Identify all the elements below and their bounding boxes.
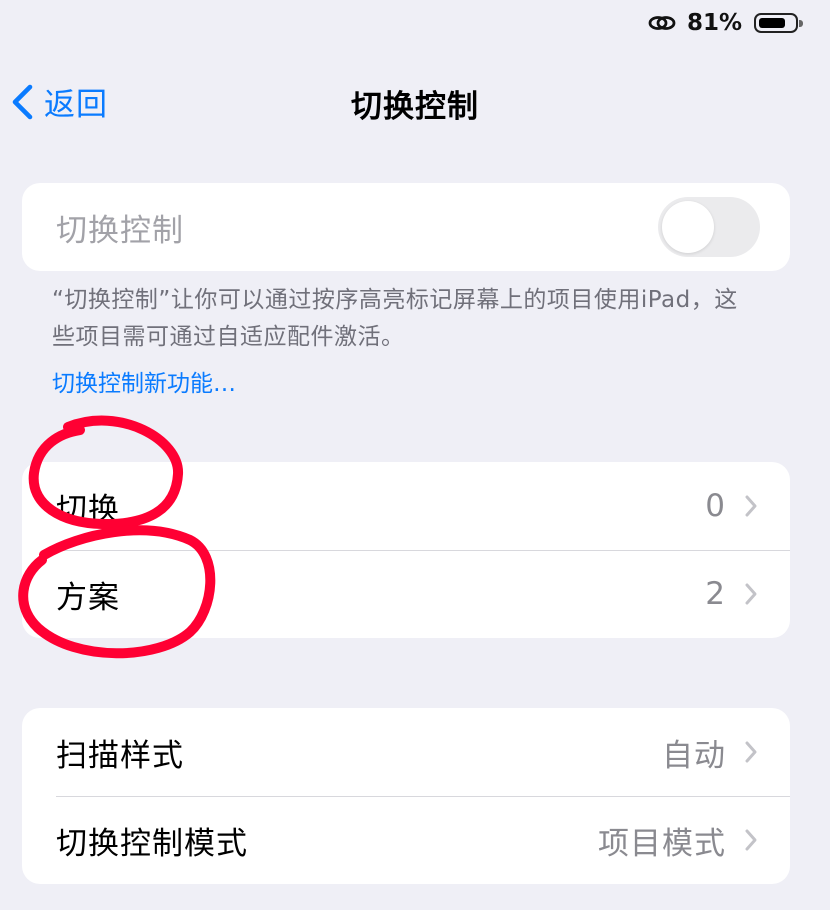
row-label: 切换控制模式 (56, 825, 248, 862)
chevron-right-icon (745, 741, 757, 763)
row-recipes[interactable]: 方案 2 (22, 550, 790, 638)
switches-group: 切换 0 方案 2 (22, 462, 790, 638)
row-label: 方案 (56, 579, 120, 616)
battery-icon (754, 13, 803, 33)
chevron-right-icon (745, 495, 757, 517)
row-label: 切换 (56, 491, 120, 528)
switch-control-label: 切换控制 (56, 212, 184, 249)
toggle-knob (662, 201, 714, 253)
whats-new-link[interactable]: 切换控制新功能… (52, 364, 236, 398)
battery-level (759, 18, 786, 28)
navigation-bar: 返回 切换控制 (0, 65, 830, 135)
scan-group: 扫描样式 自动 切换控制模式 项目模式 (22, 708, 790, 884)
switch-control-row: 切换控制 (22, 183, 790, 271)
switch-control-card: 切换控制 (22, 183, 790, 271)
row-value: 0 (705, 488, 726, 524)
chevron-right-icon (745, 583, 757, 605)
page-title: 切换控制 (351, 89, 479, 125)
link-icon (648, 16, 676, 30)
chevron-right-icon (745, 829, 757, 851)
row-switches[interactable]: 切换 0 (22, 462, 790, 550)
row-value: 2 (705, 576, 726, 612)
battery-percent: 81% (686, 10, 742, 36)
row-label: 扫描样式 (56, 737, 184, 774)
switch-control-description: “切换控制”让你可以通过按序高亮标记屏幕上的项目使用iPad，这些项目需可通过自… (52, 287, 738, 350)
row-value: 项目模式 (598, 825, 726, 862)
row-value: 自动 (662, 737, 726, 774)
status-bar: 81% (647, 0, 830, 46)
row-switch-control-mode[interactable]: 切换控制模式 项目模式 (22, 796, 790, 884)
row-scanning-style[interactable]: 扫描样式 自动 (22, 708, 790, 796)
switch-control-toggle[interactable] (658, 197, 760, 257)
